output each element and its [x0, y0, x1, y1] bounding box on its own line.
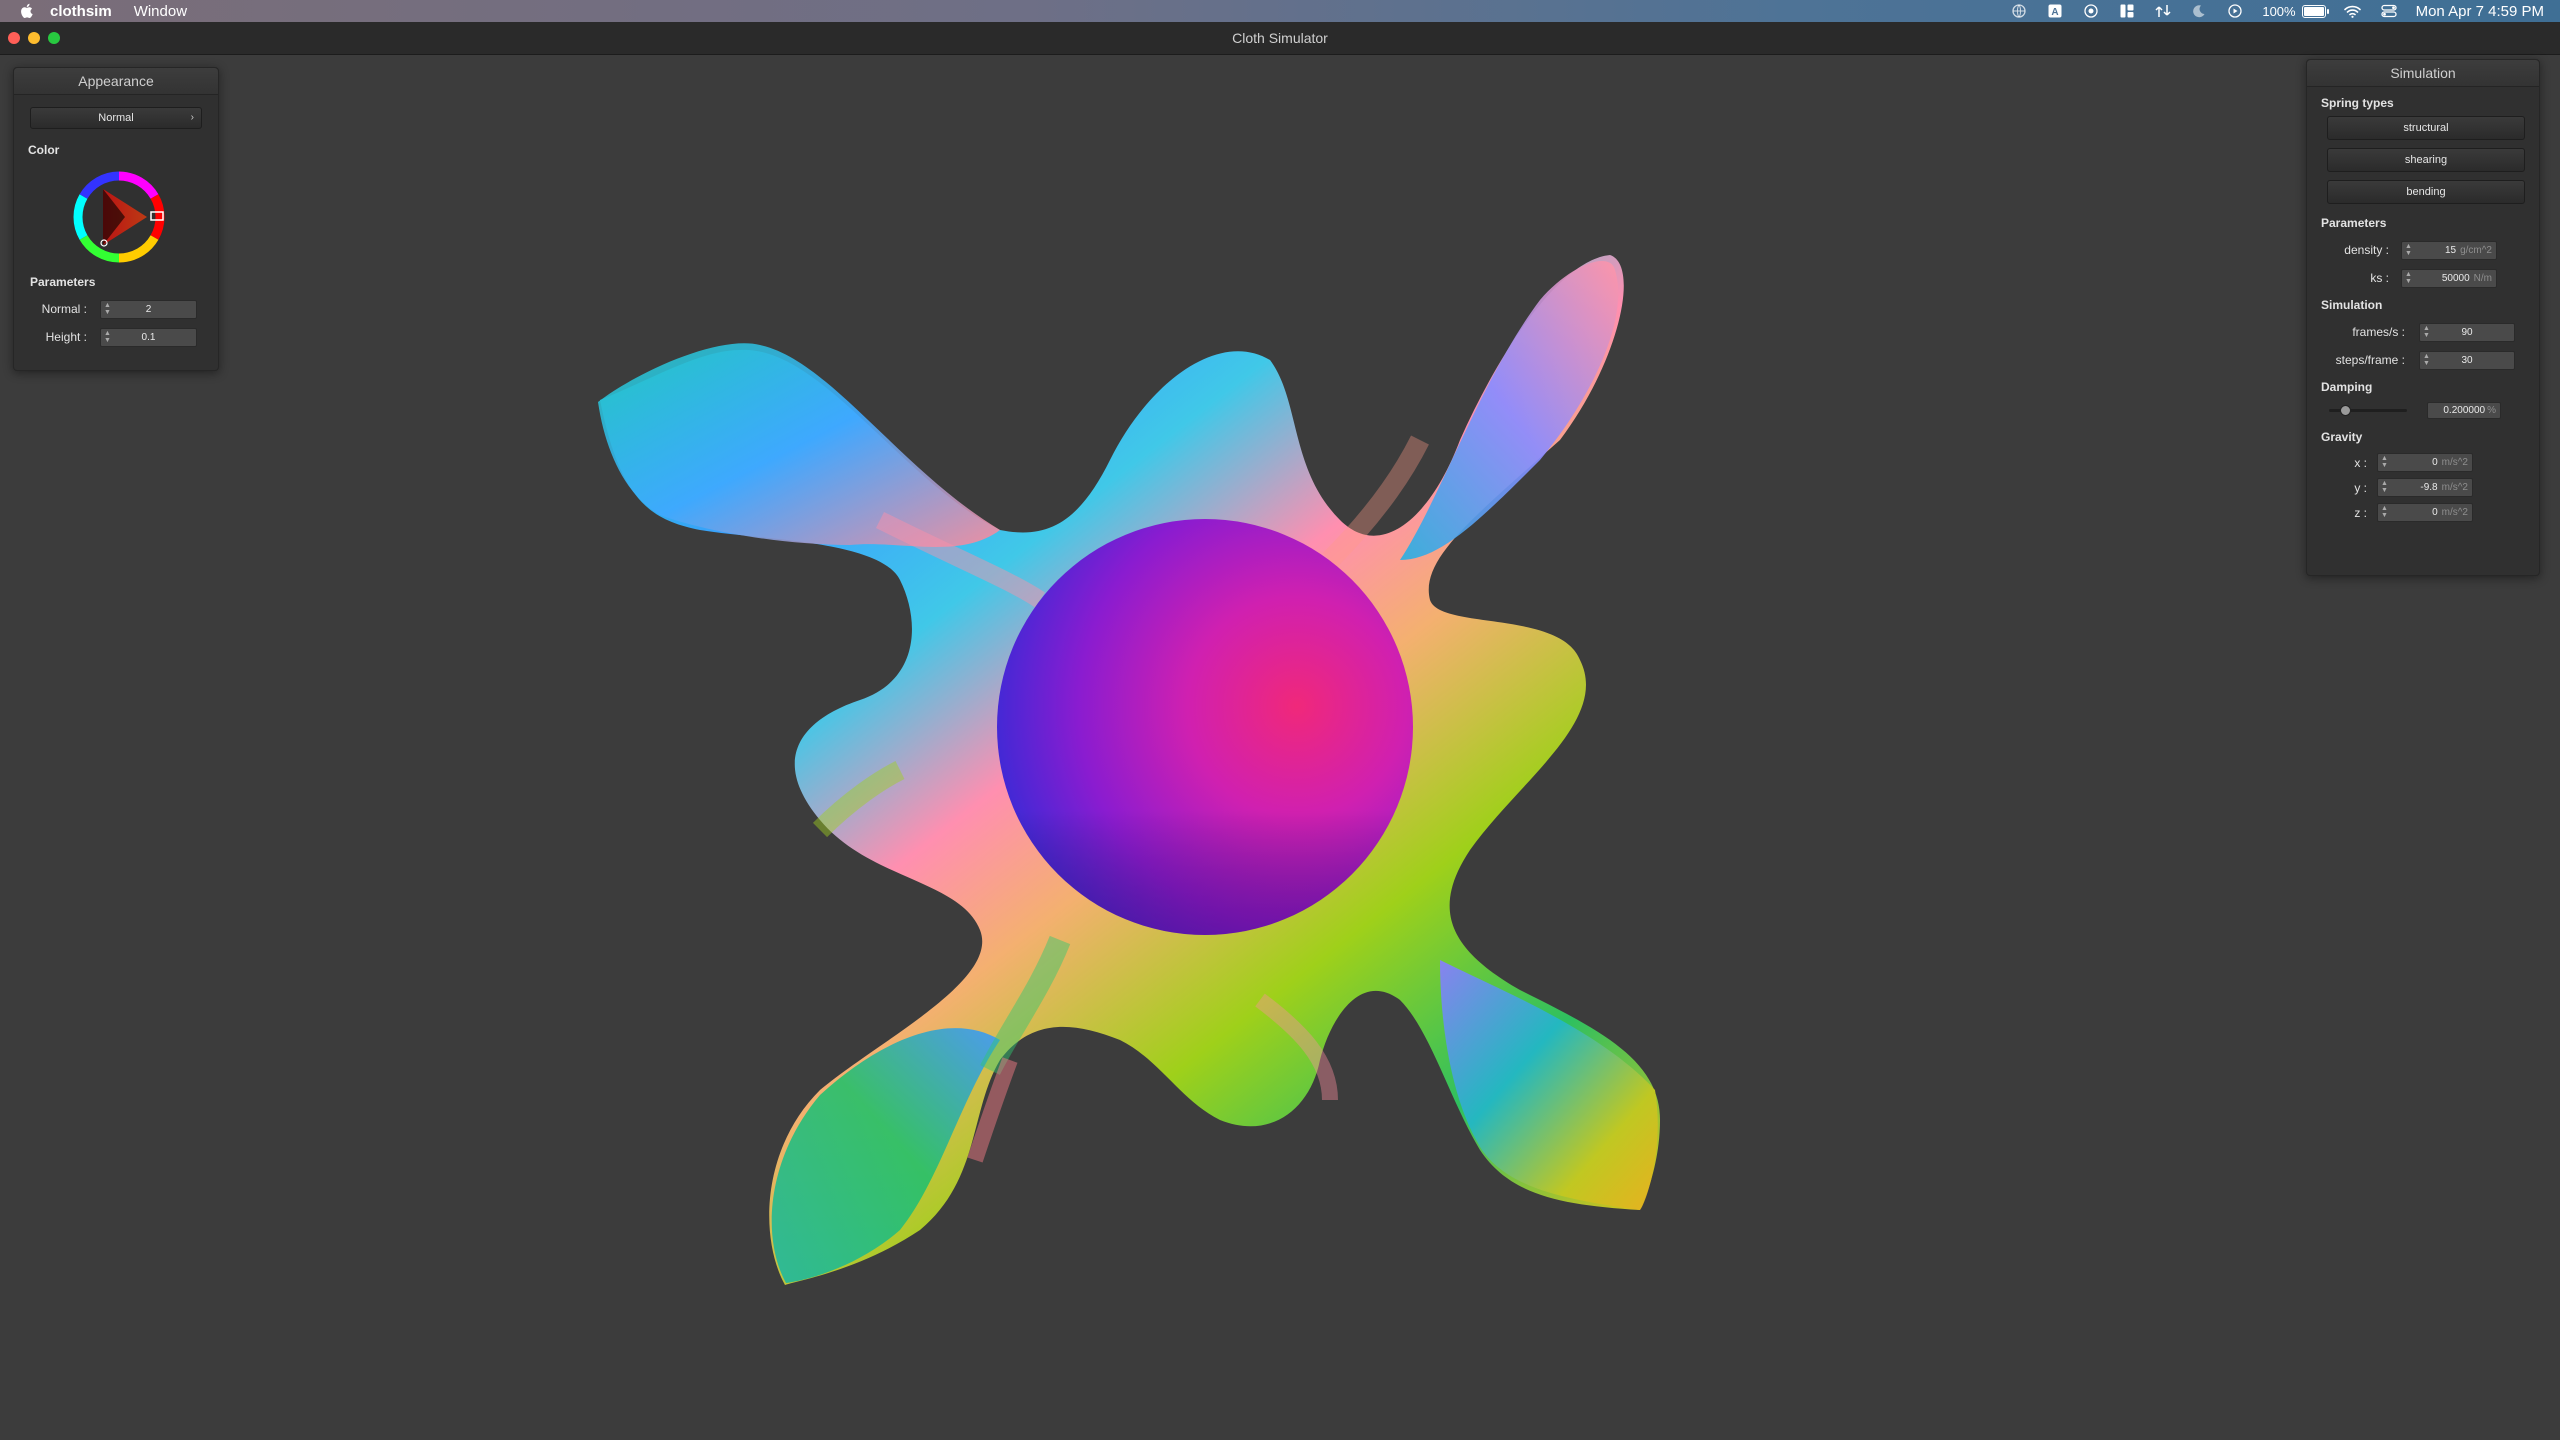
gravity-y-label: y : — [2354, 480, 2367, 495]
chevron-right-icon: › — [190, 112, 194, 123]
spinner-arrows-icon[interactable]: ▲ ▼ — [2381, 480, 2388, 494]
control-center-icon[interactable] — [2380, 3, 2398, 19]
height-label: Height : — [45, 330, 87, 344]
simulation-panel-title[interactable]: Simulation — [2307, 60, 2539, 87]
steps-row: steps/frame : ▲ ▼ 30 — [2307, 346, 2539, 374]
gravity-x-value: 0 — [2432, 457, 2438, 468]
spinner-arrows-icon[interactable]: ▲ ▼ — [2381, 505, 2388, 519]
structural-button[interactable]: structural — [2327, 116, 2525, 140]
appearance-params-label: Parameters — [30, 275, 96, 289]
density-value: 15 — [2444, 244, 2457, 256]
focus-moon-icon[interactable] — [2190, 3, 2208, 19]
fps-row: frames/s : ▲ ▼ 90 — [2307, 318, 2539, 346]
gravity-y-input[interactable]: ▲ ▼ -9.8 m/s^2 — [2377, 478, 2473, 497]
gravity-y-row: y : ▲ ▼ -9.8 m/s^2 — [2307, 475, 2539, 500]
shader-dropdown-label: Normal — [98, 112, 134, 124]
bending-button[interactable]: bending — [2327, 180, 2525, 204]
simulation-panel: Simulation Spring types structural shear… — [2306, 59, 2540, 576]
status-area: A 100% Mon Apr 7 4:59 PM — [2010, 0, 2544, 22]
fps-input[interactable]: ▲ ▼ 90 — [2419, 322, 2515, 342]
ks-label: ks : — [2370, 271, 2389, 285]
globe-icon[interactable] — [2010, 3, 2028, 19]
gravity-z-input[interactable]: ▲ ▼ 0 m/s^2 — [2377, 503, 2473, 522]
color-wheel-graphic — [73, 171, 165, 263]
damping-slider-thumb[interactable] — [2339, 405, 2351, 416]
spinner-arrows-icon[interactable]: ▲ ▼ — [2405, 243, 2412, 257]
gravity-y-unit: m/s^2 — [2441, 482, 2468, 493]
minimize-window-button[interactable] — [28, 32, 40, 44]
battery-indicator[interactable]: 100% — [2262, 3, 2329, 19]
gravity-y-value: -9.8 — [2420, 482, 2438, 493]
sphere-shading — [997, 519, 1413, 935]
play-icon[interactable] — [2226, 3, 2244, 19]
gravity-z-unit: m/s^2 — [2441, 507, 2468, 518]
normal-label: Normal : — [41, 302, 87, 316]
maximize-window-button[interactable] — [48, 32, 60, 44]
damping-slider[interactable] — [2329, 404, 2407, 416]
wifi-icon[interactable] — [2344, 3, 2362, 19]
appearance-panel-title[interactable]: Appearance — [14, 68, 218, 95]
spring-types-label: Spring types — [2321, 96, 2394, 110]
gravity-x-label: x : — [2354, 455, 2367, 470]
steps-label: steps/frame : — [2335, 353, 2405, 367]
cloth-arm-top-left — [598, 343, 1000, 547]
shearing-button[interactable]: shearing — [2327, 148, 2525, 172]
gravity-x-unit: m/s^2 — [2441, 457, 2468, 468]
gravity-z-label: z : — [2354, 505, 2367, 520]
gravity-z-row: z : ▲ ▼ 0 m/s^2 — [2307, 500, 2539, 525]
ks-value: 50000 — [2441, 272, 2470, 284]
ks-input[interactable]: ▲ ▼ 50000 N/m — [2401, 268, 2497, 288]
battery-fill — [2303, 6, 2324, 16]
cloth-arm-bottom-right — [1440, 960, 1658, 1210]
color-wheel[interactable] — [73, 171, 165, 263]
battery-percent: 100% — [2262, 3, 2296, 19]
clock[interactable]: Mon Apr 7 4:59 PM — [2416, 3, 2544, 20]
render-viewport[interactable] — [0, 55, 2560, 1440]
steps-input[interactable]: ▲ ▼ 30 — [2419, 350, 2515, 370]
ks-row: ks : ▲ ▼ 50000 N/m — [2307, 264, 2539, 292]
gravity-x-input[interactable]: ▲ ▼ 0 m/s^2 — [2377, 453, 2473, 472]
gravity-x-row: x : ▲ ▼ 0 m/s^2 — [2307, 450, 2539, 475]
text-input-icon[interactable]: A — [2046, 3, 2064, 19]
app-menu[interactable]: clothsim — [50, 3, 112, 20]
color-section-label: Color — [28, 143, 60, 157]
height-input[interactable]: ▲ ▼ 0.1 — [100, 327, 197, 347]
menu-bar: clothsim Window A 100% Mon Apr 7 4:59 PM — [0, 0, 2560, 22]
density-label: density : — [2344, 243, 2389, 257]
damping-unit: % — [2487, 404, 2496, 416]
close-window-button[interactable] — [8, 32, 20, 44]
battery-icon — [2301, 4, 2329, 18]
damping-row: 0.200000% — [2307, 400, 2539, 420]
network-icon[interactable] — [2154, 3, 2172, 19]
ks-unit: N/m — [2473, 272, 2492, 284]
gravity-z-value: 0 — [2432, 507, 2438, 518]
cloth-scene — [598, 255, 1660, 1285]
normal-input[interactable]: ▲ ▼ 2 — [100, 299, 197, 319]
window-titlebar[interactable]: Cloth Simulator — [0, 22, 2560, 55]
damping-input[interactable]: 0.200000% — [2427, 401, 2501, 419]
sim-params-label: Parameters — [2321, 216, 2387, 230]
spinner-arrows-icon[interactable]: ▲ ▼ — [2405, 271, 2412, 285]
gravity-label: Gravity — [2321, 430, 2363, 444]
cloth-arm-top-right — [1400, 261, 1619, 560]
height-row: Height : ▲ ▼ 0.1 — [14, 323, 218, 351]
svg-text:A: A — [2052, 7, 2059, 18]
density-input[interactable]: ▲ ▼ 15 g/cm^2 — [2401, 240, 2497, 260]
density-unit: g/cm^2 — [2460, 244, 2492, 256]
menu-window[interactable]: Window — [134, 3, 187, 20]
apple-icon[interactable] — [20, 3, 34, 19]
layout-icon[interactable] — [2118, 3, 2136, 19]
shader-dropdown[interactable]: Normal › — [30, 107, 202, 129]
appearance-panel: Appearance Normal › Color Parameters Nor… — [13, 67, 219, 371]
screen-record-icon[interactable] — [2082, 3, 2100, 19]
damping-value: 0.200000 — [2443, 404, 2486, 416]
normal-row: Normal : ▲ ▼ 2 — [14, 295, 218, 323]
spinner-arrows-icon[interactable]: ▲ ▼ — [2381, 455, 2388, 469]
fps-label: frames/s : — [2352, 325, 2405, 339]
window-title: Cloth Simulator — [1232, 30, 1328, 46]
density-row: density : ▲ ▼ 15 g/cm^2 — [2307, 236, 2539, 264]
damping-label: Damping — [2321, 380, 2373, 394]
simulation-section-label: Simulation — [2321, 298, 2383, 312]
